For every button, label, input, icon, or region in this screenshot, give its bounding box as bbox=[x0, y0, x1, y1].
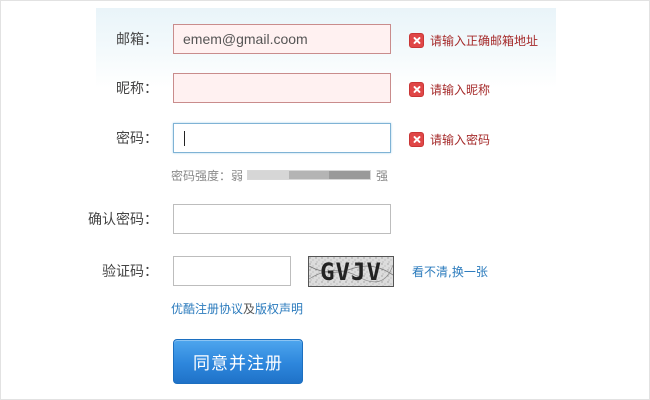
captcha-image[interactable]: GVJV bbox=[308, 256, 394, 287]
strength-meter bbox=[247, 170, 372, 180]
text-caret bbox=[184, 131, 185, 146]
email-row: 邮箱： 请输入正确邮箱地址 bbox=[0, 24, 650, 56]
close-icon bbox=[409, 81, 424, 97]
nickname-label: 昵称： bbox=[116, 81, 158, 97]
captcha-label: 验证码： bbox=[102, 264, 158, 280]
strength-segment-medium bbox=[288, 171, 330, 179]
captcha-row: 验证码： GVJV 看不清,换一张 bbox=[0, 256, 650, 288]
nickname-row: 昵称： 请输入昵称 bbox=[0, 73, 650, 105]
close-icon bbox=[409, 131, 424, 147]
strength-segment-weak bbox=[248, 171, 289, 179]
password-row: 密码： 请输入密码 bbox=[0, 123, 650, 155]
captcha-input[interactable] bbox=[173, 256, 291, 286]
password-error: 请输入密码 bbox=[409, 123, 490, 155]
strength-label: 密码强度： bbox=[171, 168, 232, 183]
password-strength: 密码强度： 弱 强 bbox=[171, 166, 388, 184]
nickname-error-text: 请输入昵称 bbox=[430, 82, 491, 97]
captcha-text: GVJV bbox=[320, 258, 382, 286]
terms-link[interactable]: 优酷注册协议 bbox=[171, 302, 243, 316]
email-field[interactable] bbox=[173, 24, 391, 54]
password-field[interactable] bbox=[173, 123, 391, 153]
password-error-text: 请输入密码 bbox=[430, 132, 491, 147]
nickname-error: 请输入昵称 bbox=[409, 73, 490, 105]
close-icon bbox=[409, 32, 424, 48]
strength-strong: 强 bbox=[376, 168, 389, 183]
captcha-refresh-link[interactable]: 看不清,换一张 bbox=[412, 256, 488, 288]
copyright-link[interactable]: 版权声明 bbox=[255, 302, 303, 316]
strength-segment-strong bbox=[329, 171, 371, 179]
email-error: 请输入正确邮箱地址 bbox=[409, 24, 538, 56]
email-error-text: 请输入正确邮箱地址 bbox=[430, 33, 539, 48]
password-label: 密码： bbox=[116, 131, 158, 147]
confirm-password-field[interactable] bbox=[173, 204, 391, 234]
agreement-conjunction: 及 bbox=[243, 302, 256, 316]
confirm-password-label: 确认密码： bbox=[88, 212, 158, 228]
nickname-field[interactable] bbox=[173, 73, 391, 103]
strength-weak: 弱 bbox=[231, 168, 244, 183]
agreement-text: 优酷注册协议及版权声明 bbox=[171, 300, 303, 318]
email-label: 邮箱： bbox=[116, 32, 158, 48]
submit-button[interactable]: 同意并注册 bbox=[173, 339, 303, 384]
confirm-password-row: 确认密码： bbox=[0, 204, 650, 236]
